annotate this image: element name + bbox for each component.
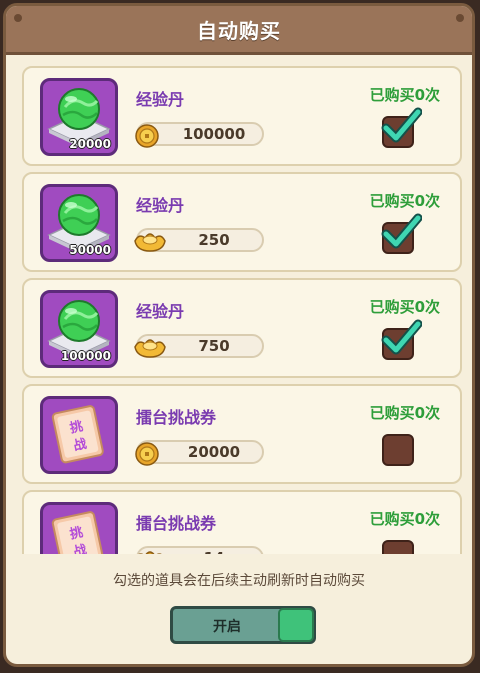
price-value: 20000 — [187, 443, 241, 461]
price-value: 100000 — [182, 125, 246, 143]
item-name: 经验丹 — [136, 90, 185, 109]
price-value: 250 — [198, 231, 230, 249]
green-pill-icon[interactable]: 20000 — [40, 78, 118, 156]
gold-ingot-icon — [132, 331, 168, 369]
item-name: 擂台挑战券 — [136, 514, 217, 533]
price-value: 750 — [198, 337, 230, 355]
corner-rivet-icon — [14, 14, 22, 22]
purchase-count: 已购买0次 — [369, 192, 440, 210]
price-display: 14 — [136, 546, 264, 554]
title-bar: 自动购买 — [6, 6, 472, 55]
gold-ingot-icon — [132, 543, 168, 554]
toggle-knob[interactable] — [278, 608, 314, 642]
price-display: 250 — [134, 228, 264, 252]
auto-buy-checkbox[interactable] — [381, 107, 423, 148]
shop-item-row[interactable]: 100000 经验丹 750 已购买0次 — [22, 278, 462, 378]
panel-title: 自动购买 — [197, 18, 281, 43]
shop-item-row[interactable]: 50000 经验丹 250 已购买0次 — [22, 172, 462, 272]
purchase-count: 已购买0次 — [369, 298, 440, 316]
item-quantity: 20000 — [69, 137, 111, 151]
purchase-count: 已购买0次 — [369, 86, 440, 104]
green-pill-icon[interactable]: 100000 — [40, 290, 118, 368]
checkmark-icon — [380, 106, 423, 152]
toggle-label: 开启 — [213, 619, 241, 635]
price-display: 20000 — [135, 440, 264, 466]
purchase-count: 已购买0次 — [369, 404, 440, 422]
gold-ingot-icon — [132, 225, 168, 263]
price-display: 100000 — [135, 122, 264, 148]
item-name: 经验丹 — [136, 196, 185, 215]
auto-buy-checkbox[interactable] — [382, 540, 414, 554]
item-list[interactable]: 20000 经验丹 100000 已购买0次 50000 经验丹 250 已购买0次 10000… — [22, 66, 462, 554]
auto-buy-checkbox[interactable] — [382, 434, 414, 466]
corner-rivet-icon — [456, 14, 464, 22]
coin-icon — [132, 437, 166, 475]
item-quantity: 100000 — [60, 349, 111, 363]
coin-icon — [132, 119, 166, 157]
shop-item-row[interactable]: 20000 经验丹 100000 已购买0次 — [22, 66, 462, 166]
shop-item-row[interactable]: 挑战擂台挑战券 14 已购买0次 — [22, 490, 462, 554]
checkmark-icon — [380, 318, 423, 364]
shop-item-row[interactable]: 挑战擂台挑战券 20000 已购买0次 — [22, 384, 462, 484]
price-value: 14 — [166, 549, 262, 554]
auto-buy-checkbox[interactable] — [381, 319, 423, 360]
item-name: 经验丹 — [136, 302, 185, 321]
purchase-count: 已购买0次 — [369, 510, 440, 528]
item-quantity: 50000 — [69, 243, 111, 257]
hint-text: 勾选的道具会在后续主动刷新时自动购买 — [113, 573, 365, 589]
auto-buy-toggle[interactable]: 开启 — [170, 606, 316, 644]
price-display: 750 — [134, 334, 264, 358]
challenge-ticket-icon[interactable]: 挑战 — [40, 502, 118, 554]
auto-buy-panel: 自动购买 20000 经验丹 100000 已购买0次 50000 经验丹 250 已购买0次… — [3, 3, 475, 667]
challenge-ticket-icon[interactable]: 挑战 — [40, 396, 118, 474]
checkmark-icon — [380, 212, 423, 258]
item-name: 擂台挑战券 — [136, 408, 217, 427]
green-pill-icon[interactable]: 50000 — [40, 184, 118, 262]
auto-buy-checkbox[interactable] — [381, 213, 423, 254]
